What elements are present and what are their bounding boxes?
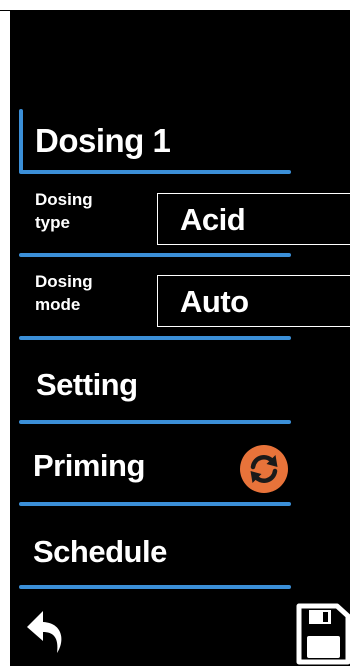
title-accent-bar (19, 109, 23, 173)
page-title: Dosing 1 (35, 122, 171, 159)
dosing-mode-label: Dosing mode (35, 270, 93, 316)
dosing-mode-value: Auto (180, 284, 249, 319)
setting-menu-item[interactable]: Setting (19, 354, 291, 414)
dosing-mode-label-line1: Dosing (35, 272, 93, 291)
back-button[interactable] (23, 607, 71, 657)
dosing-type-value: Acid (180, 202, 246, 237)
setting-label: Setting (36, 367, 138, 402)
dosing-type-label-line2: type (35, 213, 70, 232)
back-arrow-icon (27, 611, 62, 653)
dosing-type-select[interactable]: Acid (157, 193, 350, 245)
save-button[interactable] (293, 602, 350, 666)
schedule-menu-item[interactable]: Schedule (19, 521, 291, 581)
save-icon (296, 603, 350, 665)
priming-label: Priming (33, 448, 145, 483)
dosing-mode-select[interactable]: Auto (157, 275, 350, 327)
title-divider (19, 170, 291, 174)
priming-divider (19, 502, 291, 506)
dosing-mode-label-line2: mode (35, 295, 81, 314)
dosing-mode-divider (19, 336, 291, 340)
page-header: Dosing 1 (19, 109, 291, 173)
refresh-icon[interactable] (239, 444, 289, 494)
dosing-type-label: Dosing type (35, 188, 93, 234)
device-screen: Dosing 1 Dosing type Acid Dosing mode Au… (11, 11, 350, 666)
setting-divider (19, 420, 291, 424)
schedule-label: Schedule (33, 534, 167, 569)
dosing-type-label-line1: Dosing (35, 190, 93, 209)
schedule-divider (19, 585, 291, 589)
dosing-type-divider (19, 253, 291, 257)
